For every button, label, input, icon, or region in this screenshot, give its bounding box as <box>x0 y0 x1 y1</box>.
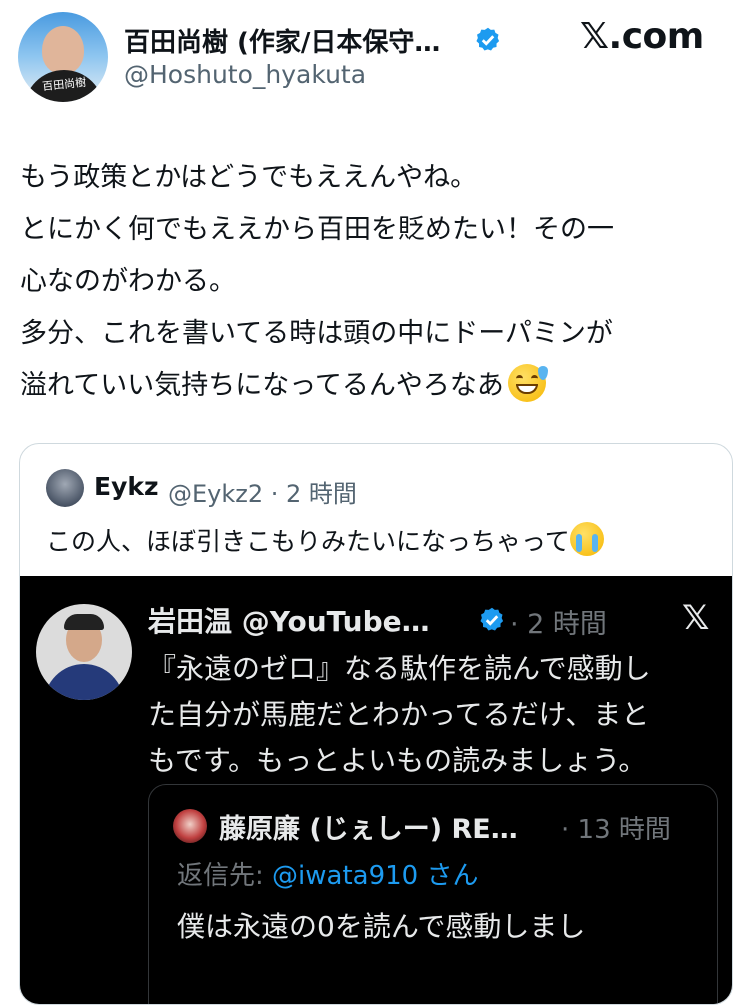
reply-mention: @iwata910 さん <box>272 861 479 891</box>
quote-author-name[interactable]: Eykz <box>94 472 159 501</box>
grinning-sweat-emoji-icon <box>507 364 548 402</box>
avatar-head <box>42 26 84 74</box>
screenshot-line: 『永遠のゼロ』なる駄作を読んで感動し <box>148 652 651 685</box>
verified-badge-icon <box>476 27 500 51</box>
tweet-line: とにかく何でもええから百田を貶めたい！その一 <box>20 214 614 245</box>
embedded-screenshot-image[interactable]: 岩田温 @YouTube… · 2 時間 𝕏 『永遠のゼロ』なる駄作を読んで感動… <box>20 576 732 1004</box>
tweet-line-last: 溢れていい気持ちになってるんやろなあ <box>20 360 740 412</box>
author-name[interactable]: 百田尚樹 (作家/日本保守… <box>124 22 440 59</box>
inner-reply-to: 返信先: @iwata910 さん <box>177 855 478 892</box>
screenshot-timestamp: · 2 時間 <box>510 609 607 640</box>
screenshot-verified-badge-icon <box>480 607 504 631</box>
quote-text: この人、ほぼ引きこもりみたいになっちゃって <box>46 522 604 558</box>
author-avatar[interactable]: 百田尚樹 <box>18 12 108 102</box>
screenshot-author-avatar <box>36 604 132 700</box>
screenshot-inner-quote-card: 藤原廉 (じぇしー) RE… · 13 時間 返信先: @iwata910 さん… <box>148 784 718 1004</box>
screenshot-line: た自分が馬鹿だとわかってるだけ、まと <box>148 698 650 731</box>
x-brand-logo: 𝕏.com <box>580 16 704 57</box>
inner-author-name: 藤原廉 (じぇしー) RE… <box>219 814 518 845</box>
quote-author-avatar[interactable] <box>46 469 84 507</box>
quote-text-content: この人、ほぼ引きこもりみたいになっちゃって <box>46 527 570 556</box>
screenshot-tweet-text: 『永遠のゼロ』なる駄作を読んで感動し た自分が馬鹿だとわかってるだけ、まと もで… <box>148 646 651 784</box>
x-logo-icon: 𝕏 <box>580 16 609 57</box>
screenshot-author-name: 岩田温 @YouTube… <box>148 605 430 638</box>
screenshot-line: もです。もっとよいもの読みましょう。 <box>148 744 647 777</box>
quoted-tweet-card[interactable]: Eykz @Eykz2 · 2 時間 この人、ほぼ引きこもりみたいになっちゃって… <box>19 443 733 1005</box>
quote-author-meta: @Eykz2 · 2 時間 <box>168 480 357 508</box>
tweet-line: 心なのがわかる。 <box>20 266 236 297</box>
inner-author-avatar <box>173 809 207 843</box>
screenshot-x-logo-icon: 𝕏 <box>682 598 710 638</box>
crying-face-emoji-icon <box>569 522 604 556</box>
tweet-body: もう政策とかはどうでもええんやね。 とにかく何でもええから百田を貶めたい！その一… <box>20 152 740 412</box>
inner-timestamp: · 13 時間 <box>561 815 671 845</box>
brand-suffix: .com <box>608 16 705 57</box>
reply-prefix: 返信先: <box>177 861 273 891</box>
tweet-line: 溢れていい気持ちになってるんやろなあ <box>20 370 504 401</box>
tweet-line: 多分、これを書いてる時は頭の中にドーパミンが <box>20 318 613 349</box>
author-handle[interactable]: @Hoshuto_hyakuta <box>124 60 366 89</box>
tweet-line: もう政策とかはどうでもええんやね。 <box>20 162 478 193</box>
inner-text: 僕は永遠の0を読んで感動しまし <box>177 910 586 943</box>
